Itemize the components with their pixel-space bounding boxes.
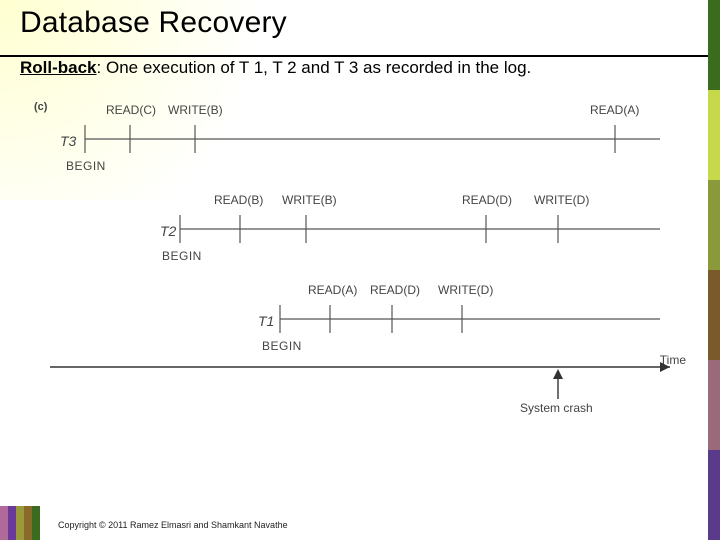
timeline-svg [30,99,710,424]
subtitle-text: : One execution of T 1, T 2 and T 3 as r… [97,58,532,77]
subtitle-keyword: Roll-back [20,58,97,77]
accent-bottom-left-stripes [0,506,40,540]
copyright-footer: Copyright © 2011 Ramez Elmasri and Shamk… [58,520,288,530]
slide-subtitle: Roll-back: One execution of T 1, T 2 and… [20,56,700,81]
slide-title: Database Recovery [20,6,700,40]
accent-right-stripes [708,0,720,540]
timeline-diagram: (c) T3 BEGIN READ(C) WRITE(B) READ(A) T2… [30,99,690,424]
